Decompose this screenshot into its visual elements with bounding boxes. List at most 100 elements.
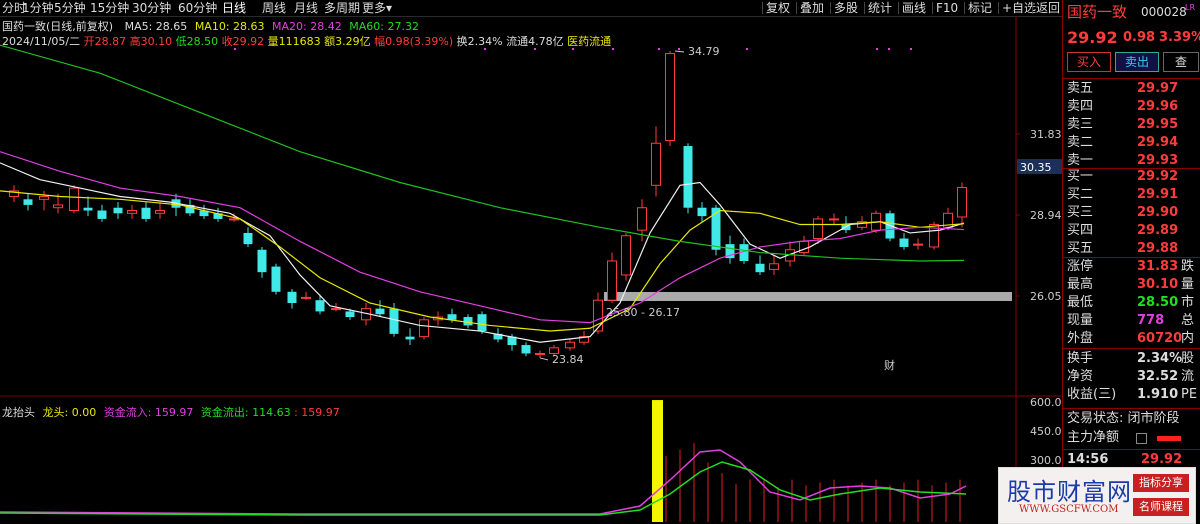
candle-body — [447, 314, 457, 320]
toolbar-separator — [898, 2, 899, 14]
outflow-value: 资金流出: 114.63 — [200, 406, 291, 419]
candle-body — [665, 53, 675, 141]
toolbar-button-3[interactable]: 统计 — [868, 0, 892, 16]
buy-button[interactable]: 买入 — [1067, 52, 1111, 72]
quote-price-row: 29.92 0.98 3.39% — [1063, 28, 1200, 48]
asks-label: 卖五 — [1067, 81, 1094, 96]
ohlc-line: 2024/11/05/二 开28.87 高30.10 低28.50 收29.92… — [2, 33, 611, 49]
price-axis-label: 31.83 — [1030, 128, 1062, 141]
trade-status-row: 交易状态: 闭市阶段 — [1063, 410, 1200, 428]
candle-body — [565, 341, 575, 349]
candle-body — [127, 210, 137, 214]
candle-body — [637, 207, 647, 231]
event-dot — [746, 48, 748, 50]
toolbar-separator — [998, 2, 999, 14]
period-tab-3[interactable]: 15分钟 — [90, 0, 129, 16]
toolbar-button-6[interactable]: 标记 — [968, 0, 992, 16]
candle-body — [829, 218, 839, 221]
bids-row: 买三 29.90 — [1063, 204, 1200, 222]
period-tab-4[interactable]: 30分钟 — [132, 0, 171, 16]
bids-value: 29.91 — [1137, 187, 1179, 202]
period-tab-2[interactable]: 5分钟 — [54, 0, 86, 16]
candle-body — [389, 308, 399, 334]
toolbar-separator — [932, 2, 933, 14]
candle-body — [69, 187, 79, 212]
event-dot — [658, 48, 660, 50]
toolbar-button-0[interactable]: 复权 — [766, 0, 790, 16]
period-tab-10[interactable]: 更多 — [362, 0, 386, 16]
stats-value: 30.10 — [1137, 277, 1179, 292]
low-annotation: 23.84 — [552, 353, 584, 366]
candle-body — [257, 249, 267, 273]
period-tab-7[interactable]: 周线 — [262, 0, 286, 16]
toolbar-separator — [864, 2, 865, 14]
net-bar — [1157, 436, 1181, 441]
sell-button[interactable]: 卖出 — [1115, 52, 1159, 72]
stats-row: 外盘 60720 内 — [1063, 330, 1200, 348]
bids-label: 买一 — [1067, 169, 1094, 184]
divider — [1063, 78, 1200, 79]
expand-icon[interactable] — [1136, 433, 1147, 444]
candle-body — [345, 311, 355, 318]
stats-extra: 内 — [1181, 331, 1195, 346]
candlestick-chart[interactable]: 31.83 28.94 26.05 30.35 34.79 23.84 25.80 - 26… — [0, 16, 1062, 522]
candle-body — [913, 243, 923, 246]
toolbar-separator — [964, 2, 965, 14]
site-watermark: 股市财富网 WWW.GSCFW.COM 指标分享 名师课程 — [998, 467, 1196, 524]
open-label: 开28.87 — [83, 35, 127, 48]
fund-row: 净资 32.52 流 — [1063, 368, 1200, 386]
toolbar-button-7[interactable]: +自选 — [1002, 0, 1036, 16]
toolbar-separator — [1032, 2, 1033, 14]
bids-row: 买五 29.88 — [1063, 240, 1200, 258]
range-annotation: 25.80 - 26.17 — [606, 306, 680, 319]
bids-value: 29.90 — [1137, 205, 1179, 220]
change-label: 幅0.98(3.39%) — [374, 35, 454, 48]
toolbar-button-5[interactable]: F10 — [936, 0, 958, 16]
divider — [1063, 348, 1200, 349]
toolbar-button-2[interactable]: 多股 — [834, 0, 858, 16]
indicator-axis-label: 600.0 — [1030, 396, 1062, 409]
fund-value: 2.34% — [1137, 351, 1183, 366]
more-dropdown-icon[interactable]: ▾ — [386, 0, 392, 16]
high-label: 高30.10 — [129, 35, 173, 48]
stats-row: 最低 28.50 市 — [1063, 294, 1200, 312]
fund-extra: 股 — [1181, 351, 1195, 366]
main-net-row[interactable]: 主力净额 — [1063, 429, 1200, 447]
inflow-line — [0, 449, 967, 515]
last-price: 29.92 — [1067, 28, 1118, 47]
turnover-label: 换2.34% — [456, 35, 503, 48]
period-tab-9[interactable]: 多周期 — [324, 0, 360, 16]
fund-value: 32.52 — [1137, 369, 1179, 384]
toolbar-button-4[interactable]: 画线 — [902, 0, 926, 16]
trade-status: 交易状态: 闭市阶段 — [1067, 411, 1180, 426]
toolbar-separator — [796, 2, 797, 14]
bids-label: 买三 — [1067, 205, 1094, 220]
asks-label: 卖二 — [1067, 135, 1094, 150]
period-tab-8[interactable]: 月线 — [294, 0, 318, 16]
divider — [1063, 408, 1200, 409]
high-annotation: 34.79 — [688, 45, 720, 58]
asks-value: 29.94 — [1137, 135, 1179, 150]
period-tab-6[interactable]: 日线 — [222, 0, 246, 16]
toolbar-button-8[interactable]: 返回 — [1036, 0, 1060, 16]
chart-title: 国药一致(日线,前复权) — [2, 20, 114, 33]
dragon-bar — [652, 400, 663, 522]
stats-label: 外盘 — [1067, 331, 1094, 346]
period-tab-1[interactable]: 1分钟 — [22, 0, 54, 16]
stats-extra: 量 — [1181, 277, 1195, 292]
event-dot — [910, 48, 912, 50]
fund-extra: PE — [1181, 387, 1198, 402]
amount-label: 额3.29亿 — [324, 35, 371, 48]
date-label: 2024/11/05/二 — [2, 35, 81, 48]
period-tab-5[interactable]: 60分钟 — [178, 0, 217, 16]
asks-label: 卖三 — [1067, 117, 1094, 132]
watermark-tag-indicators: 指标分享 — [1133, 474, 1189, 492]
toolbar-button-1[interactable]: 叠加 — [800, 0, 824, 16]
candle-body — [97, 210, 107, 219]
candle-body — [521, 345, 531, 354]
bids-row: 买一 29.92 — [1063, 168, 1200, 186]
fund-value: 1.910 — [1137, 387, 1179, 402]
indicator-axis-label: 450.0 — [1030, 425, 1062, 438]
stats-extra: 跌 — [1181, 259, 1195, 274]
query-button[interactable]: 查 — [1163, 52, 1199, 72]
